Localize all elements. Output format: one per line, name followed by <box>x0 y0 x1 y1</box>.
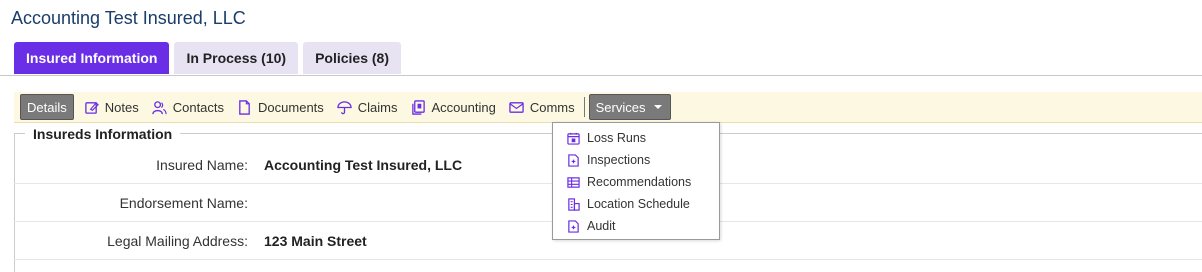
notes-icon <box>84 101 99 114</box>
section-legend: Insureds Information <box>25 126 181 142</box>
tab-in-process[interactable]: In Process (10) <box>174 42 299 74</box>
table-icon <box>567 176 580 188</box>
menu-item-loss-runs[interactable]: Loss Runs <box>553 127 719 149</box>
comms-button[interactable]: Comms <box>509 100 575 115</box>
notes-button[interactable]: Notes <box>84 100 139 115</box>
field-label: Insured Name: <box>156 156 248 173</box>
claims-button[interactable]: Claims <box>337 100 398 115</box>
menu-item-location-schedule[interactable]: Location Schedule <box>553 193 719 215</box>
notes-label: Notes <box>104 99 139 115</box>
contacts-label: Contacts <box>172 99 225 115</box>
building-icon <box>568 197 580 211</box>
menu-item-label: Location Schedule <box>587 197 690 211</box>
tab-insured-information[interactable]: Insured Information <box>14 42 170 74</box>
page-title: Accounting Test Insured, LLC <box>11 8 246 28</box>
field-label: Legal Mailing Address: <box>107 232 248 249</box>
document-icon <box>568 219 579 233</box>
menu-item-audit[interactable]: Audit <box>553 215 719 237</box>
menu-item-label: Recommendations <box>587 175 692 189</box>
document-icon <box>239 99 250 115</box>
menu-item-label: Audit <box>587 219 616 233</box>
accounting-icon <box>411 99 425 115</box>
documents-button[interactable]: Documents <box>237 100 324 115</box>
field-label: Endorsement Name: <box>119 194 248 211</box>
services-label: Services <box>595 99 646 115</box>
field-value: 123 Main Street <box>264 232 367 249</box>
documents-label: Documents <box>258 99 324 115</box>
chevron-down-icon <box>654 105 663 109</box>
comms-label: Comms <box>529 99 575 115</box>
menu-item-label: Loss Runs <box>587 131 647 145</box>
accounting-button[interactable]: Accounting <box>411 100 496 115</box>
tab-divider <box>0 75 1202 76</box>
contacts-icon <box>152 100 167 114</box>
tab-policies[interactable]: Policies (8) <box>303 42 401 74</box>
toolbar-divider <box>583 97 585 117</box>
menu-item-inspections[interactable]: Inspections <box>553 149 719 171</box>
accounting-label: Accounting <box>431 99 496 115</box>
action-toolbar: Details Notes Contacts Documents Claims … <box>14 92 1202 123</box>
tab-bar: Insured Information In Process (10) Poli… <box>14 42 401 74</box>
claims-label: Claims <box>357 99 398 115</box>
contacts-button[interactable]: Contacts <box>152 100 224 115</box>
envelope-icon <box>509 101 524 113</box>
services-menu: Loss Runs Inspections Recommendations Lo… <box>552 122 720 240</box>
field-value: Accounting Test Insured, LLC <box>264 156 463 173</box>
menu-item-label: Inspections <box>587 153 651 167</box>
services-dropdown-button[interactable]: Services <box>588 94 672 120</box>
umbrella-icon <box>337 100 352 114</box>
calendar-icon <box>567 132 580 145</box>
document-icon <box>568 153 579 167</box>
menu-item-recommendations[interactable]: Recommendations <box>553 171 719 193</box>
details-button[interactable]: Details <box>20 94 74 120</box>
